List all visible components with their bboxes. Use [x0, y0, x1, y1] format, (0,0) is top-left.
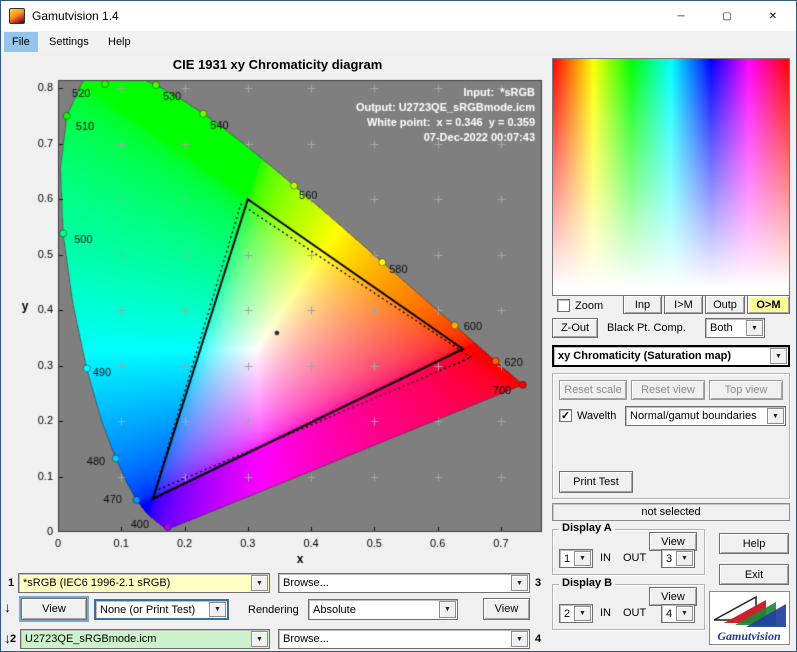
check-icon: ✓	[560, 410, 571, 422]
chevron-down-icon[interactable]: ▼	[676, 606, 693, 621]
zoom-checkbox-box[interactable]	[557, 299, 570, 312]
menu-settings[interactable]: Settings	[41, 32, 97, 52]
display-b-in-label: IN	[600, 607, 611, 619]
reset-view-button[interactable]: Reset view	[631, 380, 705, 400]
maximize-icon: ▢	[722, 10, 732, 22]
help-button[interactable]: Help	[719, 533, 789, 554]
output-profile-select[interactable]: U2723QE_sRGBmode.icm ▼	[20, 629, 270, 649]
display-b-label: Display B	[559, 577, 616, 589]
black-pt-comp-select[interactable]: Both ▼	[705, 318, 765, 338]
display-a-out-label: OUT	[623, 552, 647, 564]
view-right-button[interactable]: View	[483, 598, 530, 620]
output-browse-value: Browse...	[283, 633, 329, 645]
black-pt-comp-value: Both	[710, 322, 733, 334]
rendering-value: Absolute	[313, 603, 356, 616]
view-mode-select[interactable]: xy Chromaticity (Saturation map) ▼	[552, 345, 790, 367]
close-icon: ✕	[768, 10, 778, 22]
rendering-intent-value: None (or Print Test)	[100, 603, 196, 616]
profile2-number: 2	[10, 633, 17, 645]
profile2-out-number: 4	[535, 633, 542, 645]
display-a-out-select[interactable]: 3 ▼	[661, 549, 695, 568]
input-browse-value: Browse...	[283, 577, 329, 589]
input-browse-select[interactable]: Browse... ▼	[278, 573, 530, 593]
zoom-checkbox[interactable]: Zoom	[557, 299, 603, 312]
wavelength-checkbox-box[interactable]: ✓	[559, 409, 572, 422]
gamutvision-logo: Gamutvision	[709, 591, 790, 645]
close-button[interactable]: ✕	[750, 1, 796, 31]
flow-down-arrow-icon: ↓	[4, 599, 11, 615]
titlebar[interactable]: Gamutvision 1.4 ─ ▢ ✕	[1, 1, 796, 31]
logo-wordmark: Gamutvision	[717, 629, 781, 643]
status-box: not selected	[552, 503, 790, 521]
input-profile-select[interactable]: *sRGB (IEC6 1996-2.1 sRGB) ▼	[18, 573, 270, 593]
display-a-in-select[interactable]: 1 ▼	[559, 549, 593, 568]
chromaticity-diagram[interactable]	[9, 55, 546, 571]
menubar: File Settings Help	[1, 31, 796, 53]
display-a-in-label: IN	[600, 552, 611, 564]
display-b-out-select[interactable]: 4 ▼	[661, 604, 695, 623]
output-browse-select[interactable]: Browse... ▼	[278, 629, 530, 649]
profile1-number: 1	[8, 577, 15, 589]
menu-file[interactable]: File	[4, 32, 38, 52]
app-icon	[9, 8, 25, 24]
menu-help[interactable]: Help	[100, 32, 139, 52]
chevron-down-icon[interactable]: ▼	[574, 551, 591, 566]
rendering-label: Rendering	[248, 604, 299, 616]
boundaries-select[interactable]: Normal/gamut boundaries ▼	[625, 406, 786, 426]
rendering-select[interactable]: Absolute ▼	[308, 599, 458, 620]
chevron-down-icon[interactable]: ▼	[770, 348, 787, 364]
chevron-down-icon[interactable]: ▼	[511, 631, 528, 647]
chevron-down-icon[interactable]: ▼	[676, 551, 693, 566]
zoom-checkbox-label: Zoom	[575, 299, 604, 312]
print-test-button[interactable]: Print Test	[559, 471, 633, 493]
minimize-icon: ─	[677, 10, 685, 22]
saturation-map-preview	[552, 58, 790, 296]
output-to-monitor-button[interactable]: O>M	[747, 295, 790, 314]
view-left-button[interactable]: View	[21, 598, 87, 620]
maximize-button[interactable]: ▢	[704, 1, 750, 31]
input-profile-value: *sRGB (IEC6 1996-2.1 sRGB)	[23, 577, 171, 589]
inp-button[interactable]: Inp	[623, 295, 662, 314]
wavelength-checkbox-label: Wavelth	[577, 409, 617, 422]
display-a-label: Display A	[559, 522, 615, 534]
app-window: Gamutvision 1.4 ─ ▢ ✕ File Settings Help…	[0, 0, 797, 652]
profile1-out-number: 3	[535, 577, 542, 589]
chevron-down-icon[interactable]: ▼	[767, 408, 784, 424]
outp-button[interactable]: Outp	[705, 295, 745, 314]
output-profile-value: U2723QE_sRGBmode.icm	[25, 633, 157, 645]
reset-scale-button[interactable]: Reset scale	[559, 380, 627, 400]
display-a-out-value: 3	[666, 552, 673, 565]
minimize-button[interactable]: ─	[658, 1, 704, 31]
chevron-down-icon[interactable]: ▼	[511, 575, 528, 591]
display-b-in-select[interactable]: 2 ▼	[559, 604, 593, 623]
wavelength-checkbox[interactable]: ✓ Wavelth	[559, 409, 616, 422]
view-mode-value: xy Chromaticity (Saturation map)	[558, 350, 731, 362]
exit-button[interactable]: Exit	[719, 564, 789, 585]
display-b-out-value: 4	[666, 607, 673, 620]
chevron-down-icon[interactable]: ▼	[574, 606, 591, 621]
display-b-in-value: 2	[564, 607, 571, 620]
rendering-intent-select[interactable]: None (or Print Test) ▼	[94, 599, 229, 620]
input-to-monitor-button[interactable]: I>M	[664, 295, 703, 314]
chevron-down-icon[interactable]: ▼	[251, 631, 268, 647]
chevron-down-icon[interactable]: ▼	[439, 601, 456, 618]
display-b-out-label: OUT	[623, 607, 647, 619]
logo-graphic: Gamutvision	[713, 595, 786, 643]
boundaries-value: Normal/gamut boundaries	[630, 410, 757, 422]
status-text: not selected	[641, 506, 701, 518]
window-title: Gamutvision 1.4	[32, 9, 119, 23]
z-out-button[interactable]: Z-Out	[552, 318, 598, 338]
display-a-in-value: 1	[564, 552, 571, 565]
top-view-button[interactable]: Top view	[709, 380, 783, 400]
chevron-down-icon[interactable]: ▼	[746, 320, 763, 336]
black-pt-comp-label: Black Pt. Comp.	[607, 322, 686, 334]
chevron-down-icon[interactable]: ▼	[209, 602, 226, 617]
chevron-down-icon[interactable]: ▼	[251, 575, 268, 591]
